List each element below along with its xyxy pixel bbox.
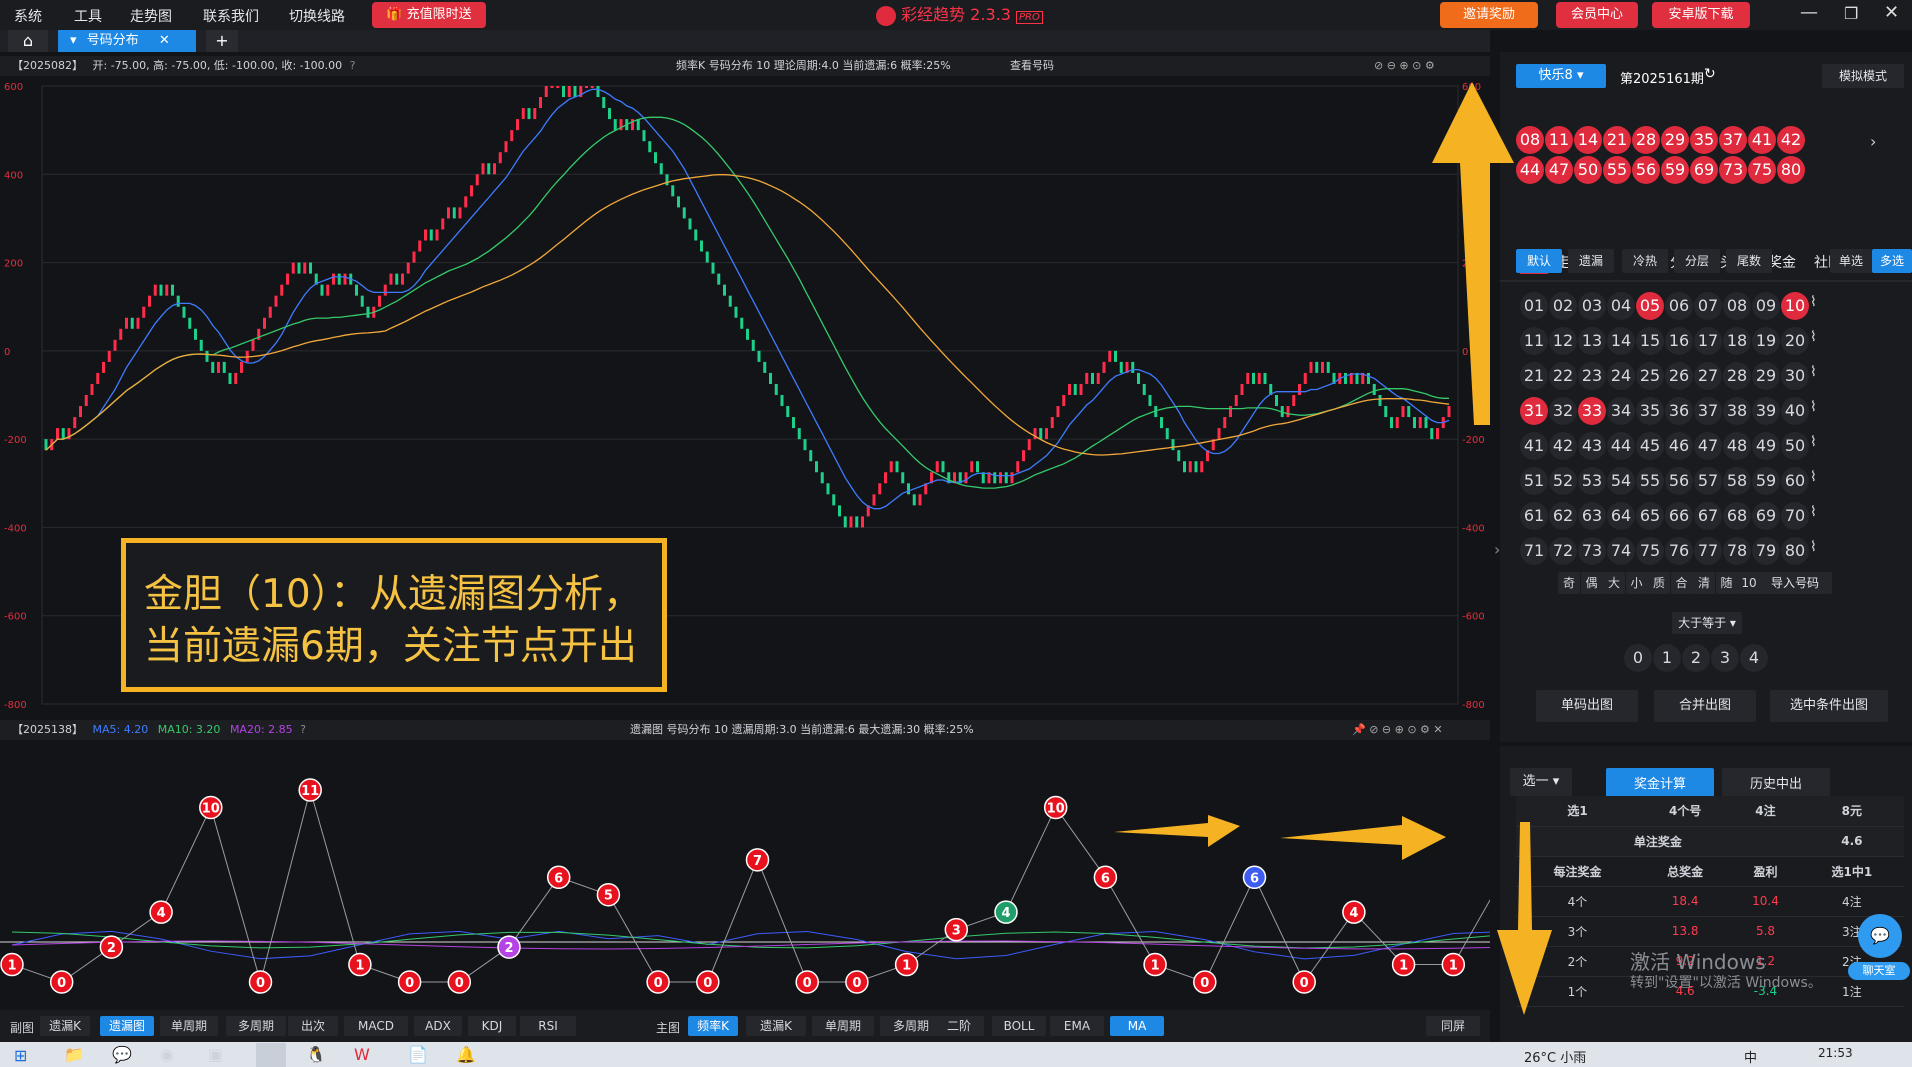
active-app-icon[interactable]: [256, 1043, 286, 1067]
up-arrow-icon: [1432, 82, 1514, 425]
misc-icon[interactable]: 🔔: [456, 1045, 476, 1064]
app-icon[interactable]: ▣: [208, 1045, 223, 1064]
wps-icon[interactable]: W: [354, 1045, 370, 1064]
annotation-arrows: [1114, 82, 1552, 1015]
windows-start-icon[interactable]: ⊞: [14, 1046, 27, 1065]
right-arrow-icon: [1114, 815, 1240, 847]
right-arrow-icon: [1280, 816, 1446, 860]
explorer-icon[interactable]: 📁: [64, 1045, 84, 1064]
down-arrow-icon: [1497, 822, 1552, 1015]
qq-icon[interactable]: 🐧: [306, 1045, 326, 1064]
windows-taskbar: ⊞ 📁 💬 ◉ ▣ 🐧 W 📄 🔔 26°C 小雨 中 21:53: [0, 1042, 1912, 1067]
weather: 26°C 小雨: [1524, 1051, 1587, 1066]
wechat-icon[interactable]: 💬: [112, 1045, 132, 1064]
file-icon[interactable]: 📄: [408, 1045, 428, 1064]
ime-indicator[interactable]: 中: [1744, 1047, 1757, 1066]
browser-icon[interactable]: ◉: [160, 1045, 174, 1064]
clock: 21:53: [1818, 1046, 1853, 1060]
